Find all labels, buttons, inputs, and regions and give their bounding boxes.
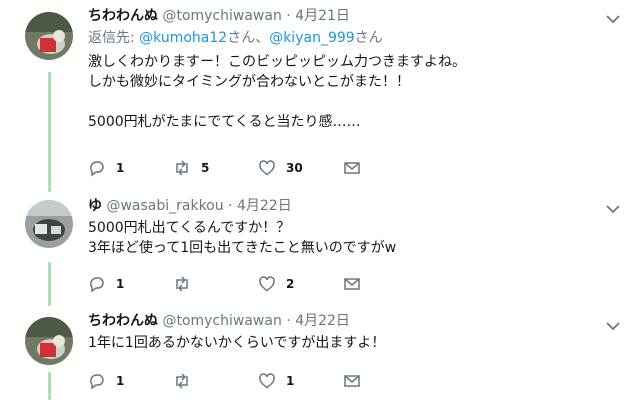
- mention-link[interactable]: @kumoha12: [139, 30, 227, 46]
- reply-prefix: 返信先:: [88, 30, 140, 46]
- reply-count: 1: [116, 161, 125, 175]
- tweet[interactable]: ちわわんぬ @tomychiwawan · 4月22日 1年に1回あるかないかく…: [0, 305, 640, 400]
- tweet-header: ゆ @wasabi_rakkou · 4月22日: [88, 196, 630, 216]
- reply-count: 1: [116, 374, 125, 388]
- like-button[interactable]: 1: [258, 372, 343, 390]
- dm-button[interactable]: [343, 275, 428, 293]
- display-name[interactable]: ちわわんぬ: [88, 8, 158, 24]
- retweet-icon: [176, 373, 188, 389]
- reply-button[interactable]: 1: [88, 275, 173, 293]
- tweet-text: 1年に1回あるかないかくらいですが出ますよ！: [88, 333, 630, 353]
- avatar[interactable]: [25, 200, 73, 248]
- tweet-line: 5000円札がたまにでてくると当たり感……: [88, 114, 361, 130]
- tweet-line: しかも微妙にタイミングが合わないとこがまた！！: [88, 74, 410, 90]
- retweet-button[interactable]: 5: [173, 159, 258, 177]
- retweet-icon: [176, 276, 188, 292]
- reply-icon: [90, 277, 104, 293]
- reply-icon: [90, 161, 104, 177]
- reply-icon: [90, 374, 104, 390]
- like-button[interactable]: 2: [258, 275, 343, 293]
- like-button[interactable]: 30: [258, 159, 343, 177]
- user-handle[interactable]: @wasabi_rakkou: [106, 198, 223, 214]
- tweet-line: 3年ほど使って1回も出てきたこと無いのですがw: [88, 240, 397, 256]
- chevron-down-icon[interactable]: [606, 321, 620, 331]
- tweet-header: ちわわんぬ @tomychiwawan · 4月22日: [88, 311, 630, 331]
- tweet[interactable]: ちわわんぬ @tomychiwawan · 4月21日 返信先: @kumoha…: [0, 0, 640, 190]
- avatar[interactable]: [25, 317, 73, 365]
- like-count: 2: [286, 277, 295, 291]
- chevron-down-icon[interactable]: [606, 204, 620, 214]
- tweet-header: ちわわんぬ @tomychiwawan · 4月21日: [88, 6, 630, 26]
- tweet-line: 激しくわかりますー！このビッピッピッム力つきますよね。: [88, 54, 466, 70]
- chevron-down-icon[interactable]: [606, 14, 620, 24]
- reply-button[interactable]: 1: [88, 159, 173, 177]
- tweet-line: [88, 92, 630, 112]
- reply-count: 1: [116, 277, 125, 291]
- tweet-actions: 1 5 30: [88, 158, 428, 178]
- retweet-button[interactable]: [173, 372, 258, 390]
- tweet-date[interactable]: 4月21日: [295, 8, 350, 24]
- reply-suffix: さん: [354, 30, 383, 46]
- tweet-actions: 1 2: [88, 274, 428, 294]
- tweet[interactable]: ゆ @wasabi_rakkou · 4月22日 5000円札出てくるんですか！…: [0, 190, 640, 305]
- separator-dot: ·: [286, 8, 291, 24]
- user-handle[interactable]: @tomychiwawan: [162, 8, 281, 24]
- retweet-icon: [176, 160, 188, 176]
- separator-dot: ·: [228, 198, 233, 214]
- tweet-date[interactable]: 4月22日: [237, 198, 292, 214]
- like-count: 30: [286, 161, 303, 175]
- reply-joiner: さん、: [227, 30, 270, 46]
- like-icon: [259, 160, 275, 176]
- retweet-count: 5: [201, 161, 210, 175]
- tweet-text: 5000円札出てくるんですか！？ 3年ほど使って1回も出てきたこと無いのですがw: [88, 218, 630, 258]
- separator-dot: ·: [286, 313, 291, 329]
- tweet-date[interactable]: 4月22日: [295, 313, 350, 329]
- like-icon: [259, 276, 275, 292]
- tweet-line: 1年に1回あるかないかくらいですが出ますよ！: [88, 335, 386, 351]
- dm-icon: [344, 162, 360, 174]
- tweet-actions: 1 1: [88, 371, 428, 391]
- like-count: 1: [286, 374, 295, 388]
- dm-button[interactable]: [343, 159, 428, 177]
- dm-button[interactable]: [343, 372, 428, 390]
- dm-icon: [344, 278, 360, 290]
- retweet-button[interactable]: [173, 275, 258, 293]
- reply-button[interactable]: 1: [88, 372, 173, 390]
- reply-context: 返信先: @kumoha12さん、@kiyan_999さん: [88, 28, 630, 48]
- dm-icon: [344, 375, 360, 387]
- avatar[interactable]: [25, 12, 73, 60]
- display-name[interactable]: ちわわんぬ: [88, 313, 158, 329]
- tweet-text: 激しくわかりますー！このビッピッピッム力つきますよね。 しかも微妙にタイミングが…: [88, 52, 630, 132]
- mention-link[interactable]: @kiyan_999: [269, 30, 354, 46]
- like-icon: [259, 373, 275, 389]
- display-name[interactable]: ゆ: [88, 198, 102, 214]
- tweet-line: 5000円札出てくるんですか！？: [88, 220, 291, 236]
- user-handle[interactable]: @tomychiwawan: [162, 313, 281, 329]
